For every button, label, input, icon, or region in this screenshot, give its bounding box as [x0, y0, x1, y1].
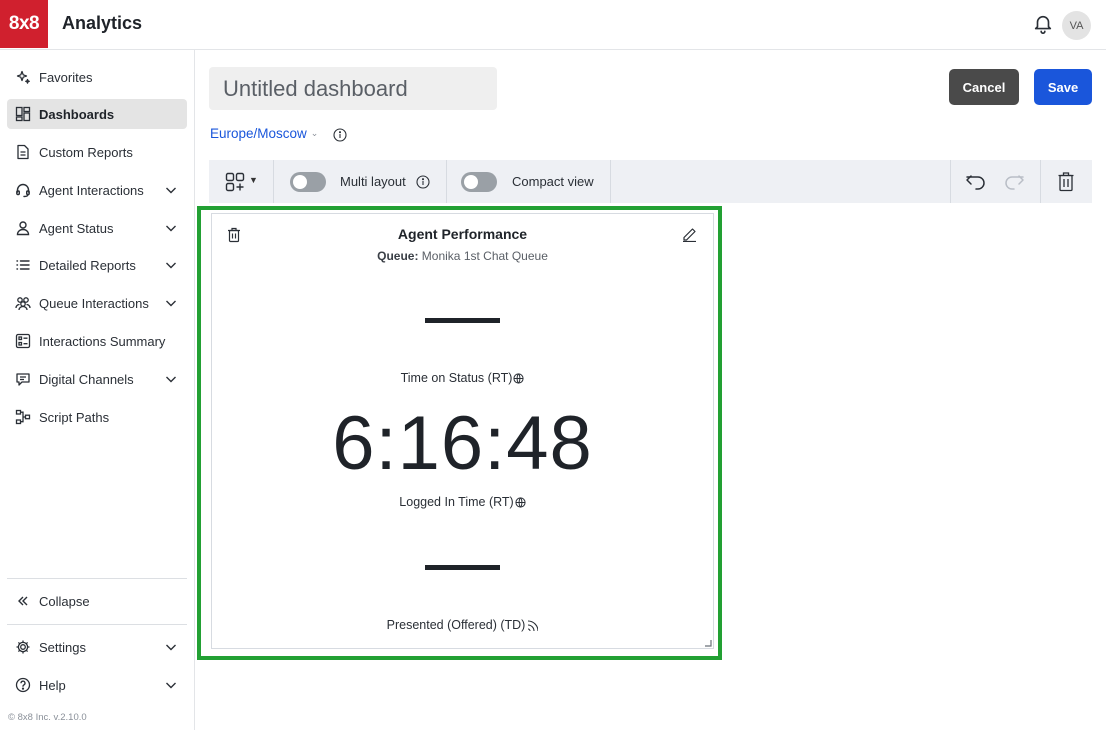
multi-layout-label: Multi layout [340, 174, 406, 189]
add-widget-icon[interactable] [225, 172, 245, 192]
sidebar-item-detailed-reports[interactable]: Detailed Reports [7, 250, 187, 280]
chevron-down-icon [166, 225, 176, 232]
version-text: © 8x8 Inc. v.2.10.0 [8, 712, 87, 723]
metric-label: Logged In Time (RT) [212, 495, 713, 509]
queue-prefix: Queue: [377, 249, 419, 263]
dashboard-title-input[interactable]: Untitled dashboard [209, 67, 497, 110]
metric-empty-dash [425, 565, 500, 570]
metric-label: Presented (Offered) (TD) [212, 618, 713, 632]
multi-layout-toggle[interactable] [290, 172, 326, 192]
gear-icon [16, 640, 30, 654]
document-icon [17, 144, 29, 160]
metric-value: 6:16:48 [332, 401, 593, 486]
toolbar-separator [446, 160, 447, 203]
cancel-button[interactable]: Cancel [949, 69, 1019, 105]
flow-icon [15, 409, 31, 425]
list-icon [16, 260, 30, 270]
toolbar-separator [950, 160, 951, 203]
compact-view-label: Compact view [512, 174, 594, 189]
sidebar-item-label: Script Paths [39, 410, 110, 425]
save-button[interactable]: Save [1034, 69, 1092, 105]
resize-handle-icon[interactable] [704, 639, 712, 647]
globe-icon [513, 372, 525, 384]
toolbar-separator [1040, 160, 1041, 203]
user-avatar[interactable]: VA [1062, 11, 1091, 40]
chevron-down-icon: ⌄ [310, 128, 319, 138]
info-icon[interactable] [416, 175, 430, 189]
queue-name: Monika 1st Chat Queue [421, 249, 548, 263]
brand-logo[interactable]: 8x8 [0, 0, 48, 48]
timezone-label: Europe/Moscow [210, 126, 307, 141]
sidebar-item-custom-reports[interactable]: Custom Reports [7, 137, 187, 167]
sidebar-item-queue-interactions[interactable]: Queue Interactions [7, 288, 187, 318]
sidebar-item-agent-interactions[interactable]: Agent Interactions [7, 175, 187, 205]
widget-subtitle: Queue: Monika 1st Chat Queue [212, 249, 713, 263]
sidebar-item-dashboards[interactable]: Dashboards [7, 99, 187, 129]
sidebar-item-label: Interactions Summary [39, 334, 166, 349]
chevron-down-icon [166, 262, 176, 269]
sidebar-item-label: Favorites [39, 70, 93, 85]
agent-performance-widget[interactable]: Agent Performance Queue: Monika 1st Chat… [211, 213, 714, 649]
chevron-down-icon [166, 376, 176, 383]
sidebar-item-label: Dashboards [39, 107, 115, 122]
sidebar-item-label: Agent Status [39, 221, 114, 236]
info-icon[interactable] [333, 128, 347, 142]
sidebar-item-label: Collapse [39, 594, 90, 609]
sidebar-item-script-paths[interactable]: Script Paths [7, 402, 187, 432]
metric-empty-dash [425, 318, 500, 323]
redo-icon[interactable] [1003, 172, 1025, 192]
globe-icon [515, 496, 526, 508]
group-icon [15, 297, 31, 311]
person-icon [16, 221, 30, 236]
bell-icon[interactable] [1032, 13, 1054, 35]
sparkle-icon [16, 70, 30, 84]
toolbar-separator [610, 160, 611, 203]
sidebar: Favorites Dashboards Custom Reports Agen… [0, 50, 195, 730]
timezone-selector[interactable]: Europe/Moscow ⌄ [210, 126, 318, 141]
undo-icon[interactable] [965, 172, 987, 192]
caret-down-icon[interactable]: ▼ [249, 175, 258, 185]
sidebar-item-label: Custom Reports [39, 145, 133, 160]
signal-icon [528, 620, 539, 631]
dashboard-icon [15, 106, 31, 122]
app-title: Analytics [62, 13, 143, 33]
metric-label-text: Time on Status (RT) [400, 371, 513, 385]
sidebar-item-label: Queue Interactions [39, 296, 149, 311]
sidebar-item-agent-status[interactable]: Agent Status [7, 213, 187, 243]
sidebar-divider [7, 578, 187, 579]
toolbar-separator [273, 160, 274, 203]
help-icon [15, 677, 31, 693]
sidebar-item-favorites[interactable]: Favorites [7, 62, 187, 92]
dashboard-toolbar: ▼ Multi layout Compact view [209, 160, 1092, 203]
headset-icon [16, 183, 30, 198]
sidebar-item-interactions-summary[interactable]: Interactions Summary [7, 326, 187, 356]
metric-label-text: Logged In Time (RT) [399, 495, 514, 509]
sidebar-item-digital-channels[interactable]: Digital Channels [7, 364, 187, 394]
sidebar-item-label: Detailed Reports [39, 258, 136, 273]
trash-icon[interactable] [1057, 171, 1075, 192]
sidebar-collapse-button[interactable]: Collapse [7, 586, 187, 616]
chevron-down-icon [166, 300, 176, 307]
sidebar-item-label: Agent Interactions [39, 183, 144, 198]
chevron-down-icon [166, 644, 176, 651]
chevron-down-icon [166, 682, 176, 689]
sidebar-divider [7, 624, 187, 625]
sidebar-item-settings[interactable]: Settings [7, 632, 187, 662]
top-bar: 8x8 Analytics VA [0, 0, 1106, 50]
compact-view-toggle[interactable] [461, 172, 497, 192]
widget-title: Agent Performance [397, 226, 528, 242]
metric-label-text: Presented (Offered) (TD) [386, 618, 526, 632]
double-chevron-left-icon [18, 596, 28, 606]
chat-icon [16, 373, 30, 386]
sidebar-item-help[interactable]: Help [7, 670, 187, 700]
chevron-down-icon [166, 187, 176, 194]
sidebar-item-label: Settings [39, 640, 86, 655]
summary-icon [15, 333, 31, 349]
sidebar-item-label: Digital Channels [39, 372, 134, 387]
metric-label: Time on Status (RT) [212, 371, 713, 385]
sidebar-item-label: Help [39, 678, 66, 693]
